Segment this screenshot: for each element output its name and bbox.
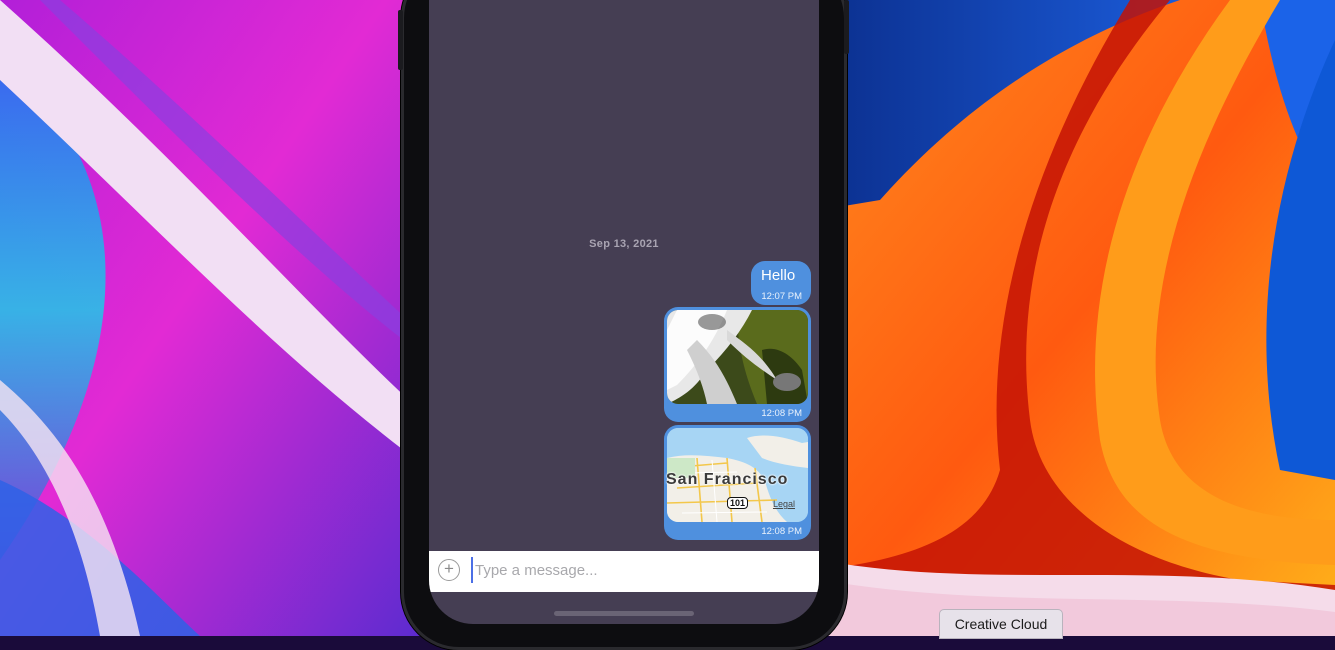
message-composer: + bbox=[429, 551, 819, 592]
message-bubble-text[interactable]: Hello 12:07 PM bbox=[751, 261, 811, 305]
side-button bbox=[398, 10, 403, 70]
waterfall-photo[interactable] bbox=[667, 310, 808, 404]
message-input[interactable] bbox=[471, 557, 805, 583]
map-legal-link[interactable]: Legal bbox=[773, 499, 795, 509]
message-time: 12:08 PM bbox=[761, 526, 802, 537]
photo-image bbox=[667, 310, 808, 404]
chat-screen[interactable]: Sep 13, 2021 Hello 12:07 PM 12:08 PM San… bbox=[429, 0, 819, 624]
dock-tooltip-creative-cloud: Creative Cloud bbox=[939, 609, 1063, 639]
map-city-label: San Francisco bbox=[666, 471, 789, 488]
message-time: 12:07 PM bbox=[761, 291, 802, 302]
message-bubble-location[interactable]: San Francisco 101 Legal 12:08 PM bbox=[664, 425, 811, 540]
message-time: 12:08 PM bbox=[761, 408, 802, 419]
home-indicator[interactable] bbox=[554, 611, 694, 616]
date-separator: Sep 13, 2021 bbox=[589, 238, 659, 250]
message-bubble-image[interactable]: 12:08 PM bbox=[664, 307, 811, 422]
side-button bbox=[844, 0, 849, 54]
plus-circle-icon[interactable]: + bbox=[438, 559, 460, 581]
message-text: Hello bbox=[761, 267, 796, 284]
highway-shield: 101 bbox=[727, 497, 749, 509]
